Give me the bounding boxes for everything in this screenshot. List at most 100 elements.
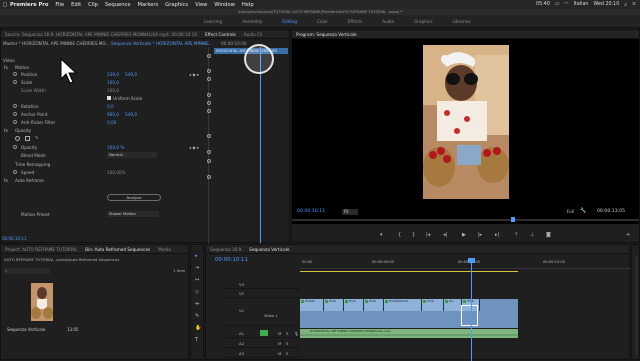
- reset-icon[interactable]: [207, 134, 211, 138]
- position-y[interactable]: 540,0: [125, 72, 137, 77]
- video-clip[interactable]: HOR: [324, 299, 344, 311]
- reset-icon[interactable]: [207, 69, 211, 73]
- hand-tool-icon[interactable]: ✋: [195, 325, 201, 331]
- razor-tool-icon[interactable]: ◇: [195, 289, 199, 295]
- program-timecode[interactable]: 00:00:10:11: [297, 209, 325, 214]
- sequence-thumbnail-image[interactable]: [31, 283, 53, 321]
- pen-mask-icon[interactable]: ✎: [35, 135, 39, 140]
- menu-window[interactable]: Window: [214, 2, 234, 8]
- add-button-icon[interactable]: +: [626, 232, 630, 238]
- search-input[interactable]: ⌕: [4, 268, 50, 274]
- keyframe-nav-icon[interactable]: ◂ ◆ ▸: [189, 145, 199, 150]
- selected-clip-outline[interactable]: [461, 305, 478, 326]
- slip-tool-icon[interactable]: ⇹: [195, 301, 199, 307]
- program-scrubber[interactable]: [292, 219, 639, 221]
- tab-bin[interactable]: Bin: Auto Reframed Sequences: [81, 247, 154, 252]
- mute-m[interactable]: M: [278, 351, 281, 356]
- track-label[interactable]: V3: [239, 282, 244, 287]
- program-viewer[interactable]: [292, 39, 639, 224]
- uniform-scale-checkbox[interactable]: [107, 96, 111, 100]
- menu-edit[interactable]: Edit: [71, 2, 81, 8]
- tab-sequence-169[interactable]: Sequenza 16:9: [206, 247, 245, 252]
- video-clip[interactable]: HOR: [422, 299, 444, 311]
- go-to-out-icon[interactable]: ▸|: [495, 232, 499, 238]
- reset-icon[interactable]: [207, 93, 211, 97]
- stopwatch-icon[interactable]: [13, 104, 17, 108]
- export-frame-icon[interactable]: ◙: [546, 232, 551, 238]
- ellipse-mask-icon[interactable]: [15, 136, 20, 141]
- wrench-icon[interactable]: 🔧: [580, 208, 586, 214]
- anchor-x[interactable]: 960,0: [107, 112, 119, 117]
- track-label[interactable]: V2: [239, 291, 244, 296]
- playhead-handle[interactable]: [468, 258, 475, 263]
- track-label[interactable]: V1: [239, 308, 244, 313]
- stopwatch-icon[interactable]: [13, 145, 17, 149]
- rectangle-mask-icon[interactable]: [25, 136, 30, 141]
- track-label[interactable]: A1: [239, 331, 244, 336]
- menu-sequence[interactable]: Sequence: [105, 2, 131, 8]
- menu-list-icon[interactable]: ≡: [632, 2, 636, 7]
- menu-clip[interactable]: Clip: [88, 2, 98, 8]
- source-patch-a1[interactable]: [260, 330, 268, 336]
- reset-icon[interactable]: [207, 54, 211, 58]
- menu-view[interactable]: View: [195, 2, 207, 8]
- sequence-clip-link[interactable]: Sequenza Verticale * HORIZONTAL APE MINN…: [111, 41, 213, 46]
- type-tool-icon[interactable]: T: [195, 337, 198, 343]
- menu-app[interactable]: Premiere Pro: [10, 2, 48, 8]
- video-clip[interactable]: HORIZONTAL: [384, 299, 422, 311]
- stopwatch-icon[interactable]: [13, 72, 17, 76]
- antiflicker-value[interactable]: 0,00: [107, 120, 116, 125]
- position-x[interactable]: 239,0: [107, 72, 119, 77]
- track-label[interactable]: A3: [239, 351, 244, 356]
- language-indicator[interactable]: Italian: [574, 2, 589, 7]
- reset-icon[interactable]: [207, 175, 211, 179]
- mark-in-icon[interactable]: {: [398, 232, 401, 238]
- analyze-button[interactable]: Analyze: [107, 194, 161, 201]
- ripple-edit-tool-icon[interactable]: ↔: [195, 277, 199, 283]
- reset-icon[interactable]: [207, 101, 211, 105]
- timeline-playhead[interactable]: [471, 258, 472, 361]
- selection-tool-icon[interactable]: ▸: [195, 253, 198, 259]
- lift-icon[interactable]: ⇡: [514, 232, 518, 238]
- play-icon[interactable]: ▶: [462, 232, 466, 238]
- stopwatch-icon[interactable]: [13, 80, 17, 84]
- tab-effect-controls[interactable]: Effect Controls: [201, 32, 240, 37]
- opacity-header[interactable]: Opacity: [15, 128, 31, 133]
- blend-mode-dropdown[interactable]: Normal: [107, 152, 157, 158]
- tab-program[interactable]: Program: Sequenza Verticale: [292, 32, 361, 37]
- motion-preset-dropdown[interactable]: Slower Motion: [107, 211, 159, 217]
- step-forward-icon[interactable]: |▸: [478, 232, 482, 238]
- fit-dropdown[interactable]: Fit: [342, 209, 358, 215]
- go-to-in-icon[interactable]: |◂: [426, 232, 430, 238]
- search-icon[interactable]: ⌕: [624, 2, 627, 8]
- track-select-tool-icon[interactable]: ⇥: [195, 265, 199, 271]
- tab-project[interactable]: Project: AUTO REFRAME TUTORIAL: [1, 247, 81, 252]
- ec-playhead[interactable]: [260, 47, 261, 243]
- extract-icon[interactable]: ⇣: [530, 232, 534, 238]
- quality-dropdown[interactable]: Full: [567, 209, 574, 214]
- marker-icon[interactable]: ▾: [380, 232, 383, 238]
- workspace-assembly[interactable]: Assembly: [232, 19, 272, 24]
- reset-icon[interactable]: [207, 109, 211, 113]
- solo-s[interactable]: S: [286, 331, 288, 336]
- work-area-bar[interactable]: [300, 271, 518, 272]
- menu-file[interactable]: File: [55, 2, 64, 8]
- workspace-editing[interactable]: Editing: [272, 19, 307, 24]
- rotation-value[interactable]: 0,0: [107, 104, 114, 109]
- video-clip[interactable]: HOR: [364, 299, 384, 311]
- menu-markers[interactable]: Markers: [138, 2, 159, 8]
- workspace-audio[interactable]: Audio: [372, 19, 404, 24]
- sequence-item-name[interactable]: Sequenza Verticale: [7, 327, 45, 332]
- video-clip[interactable]: HO: [444, 299, 462, 311]
- solo-s[interactable]: S: [286, 351, 288, 356]
- scale-value[interactable]: 100,0: [107, 80, 119, 85]
- step-back-icon[interactable]: ◂|: [443, 232, 447, 238]
- video-clip[interactable]: HOR: [344, 299, 364, 311]
- program-playhead[interactable]: [511, 217, 515, 222]
- mic-icon[interactable]: 🎙: [294, 331, 299, 336]
- workspace-libraries[interactable]: Libraries: [443, 19, 481, 24]
- stopwatch-icon[interactable]: [13, 120, 17, 124]
- master-label[interactable]: Master * HORIZONTAL APE MINNIE CHERRIES …: [3, 41, 110, 46]
- stopwatch-icon[interactable]: [13, 170, 17, 174]
- workspace-graphics[interactable]: Graphics: [404, 19, 443, 24]
